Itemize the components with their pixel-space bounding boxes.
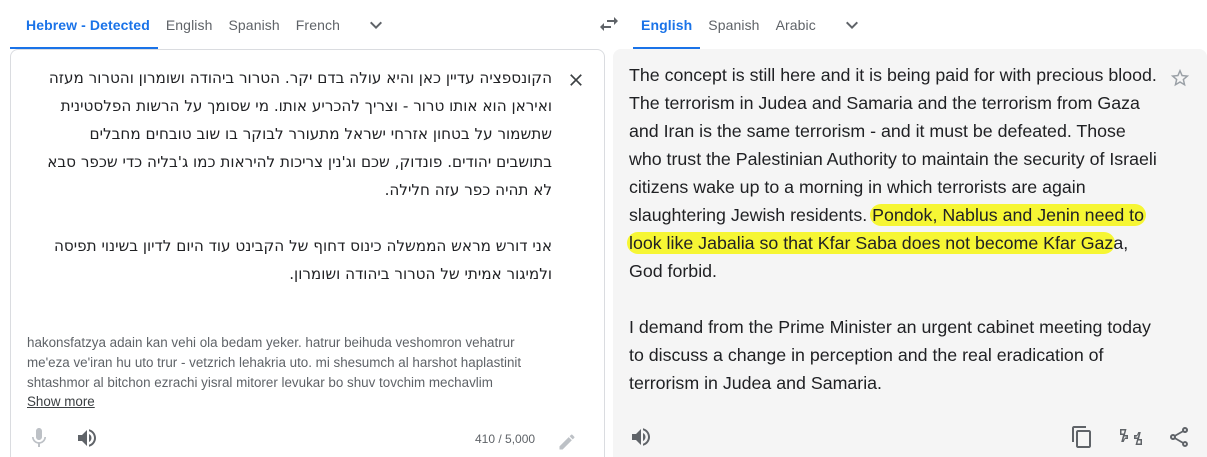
target-language-bar: English Spanish Arabic: [633, 0, 1207, 49]
source-lang-tab-english[interactable]: English: [158, 0, 221, 49]
rate-translation-icon[interactable]: [1118, 425, 1144, 449]
show-more-link[interactable]: Show more: [27, 394, 95, 409]
source-lang-tab-spanish[interactable]: Spanish: [220, 0, 287, 49]
speaker-icon[interactable]: [629, 425, 653, 449]
source-panel: הקונספציה עדיין כאן והיא עולה בדם יקר. ה…: [10, 49, 605, 457]
translation-panel: The concept is still here and it is bein…: [613, 49, 1207, 457]
source-text-input[interactable]: הקונספציה עדיין כאן והיא עולה בדם יקר. ה…: [32, 64, 552, 288]
close-icon[interactable]: [562, 66, 590, 94]
chevron-down-icon[interactable]: [356, 0, 396, 49]
share-icon[interactable]: [1167, 425, 1191, 449]
translation-output: The concept is still here and it is bein…: [627, 61, 1159, 397]
speaker-icon[interactable]: [75, 426, 99, 450]
target-lang-tab-spanish[interactable]: Spanish: [700, 0, 767, 49]
swap-languages-icon[interactable]: [593, 8, 625, 40]
translation-text-before: The concept is still here and it is bein…: [629, 65, 1157, 225]
target-lang-tab-arabic[interactable]: Arabic: [768, 0, 824, 49]
character-counter: 410 / 5,000: [475, 432, 536, 446]
microphone-icon[interactable]: [27, 426, 51, 450]
source-lang-tab-french[interactable]: French: [288, 0, 348, 49]
pencil-icon[interactable]: [557, 432, 577, 452]
target-lang-tab-english[interactable]: English: [633, 0, 701, 49]
copy-icon[interactable]: [1070, 425, 1094, 449]
source-language-bar: Hebrew - Detected English Spanish French: [10, 0, 604, 49]
chevron-down-icon[interactable]: [832, 0, 872, 49]
translation-text-after: a, God forbid. I demand from the Prime M…: [629, 233, 1151, 393]
source-lang-tab-detected[interactable]: Hebrew - Detected: [10, 0, 158, 49]
star-icon[interactable]: [1169, 67, 1191, 89]
transliteration-text: hakonsfatzya adain kan vehi ola bedam ye…: [27, 335, 522, 390]
